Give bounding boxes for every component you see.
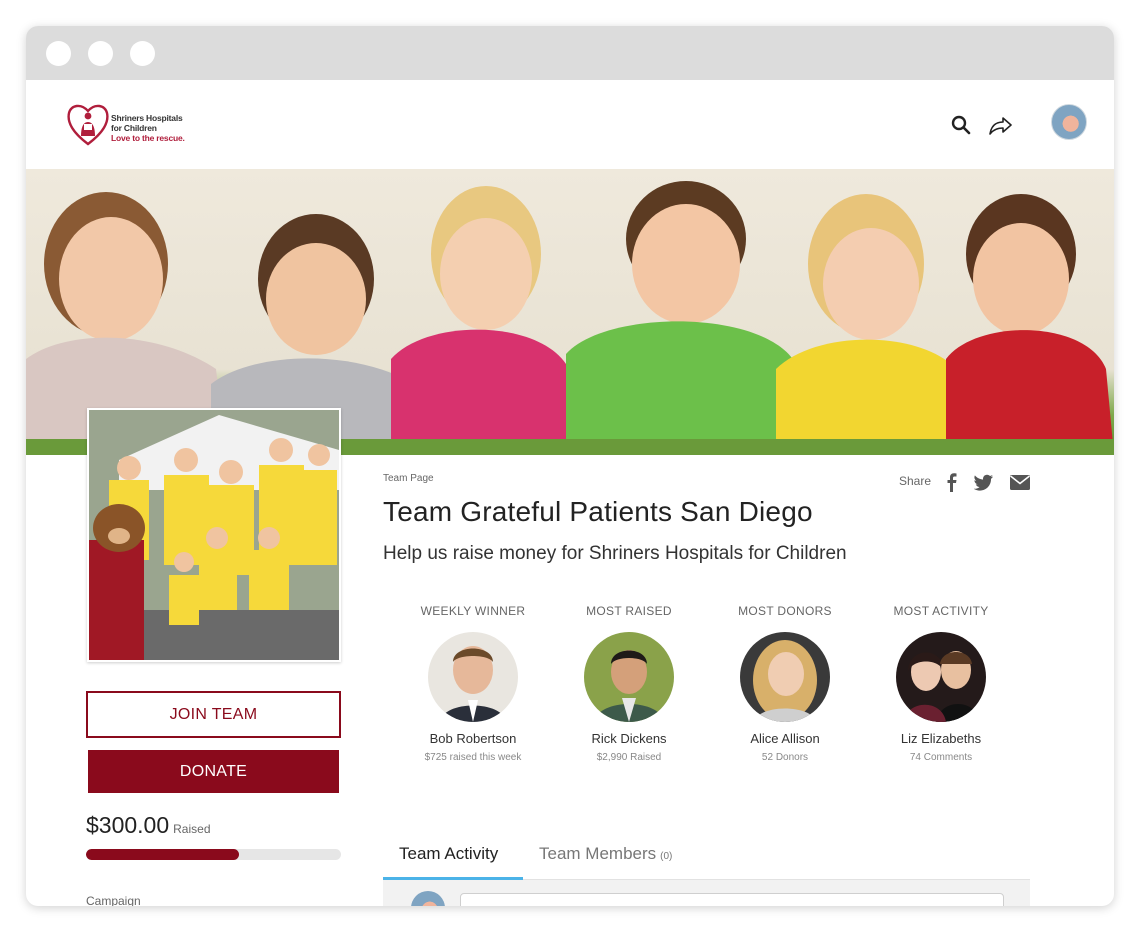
leader-category: MOST ACTIVITY xyxy=(893,604,989,618)
leader-name[interactable]: Liz Elizabeths xyxy=(866,731,1016,746)
leader-card[interactable]: MOST ACTIVITY Liz Elizabeths 74 Comments xyxy=(866,604,1016,763)
team-photo xyxy=(87,408,341,662)
raised-amount: $300.00 xyxy=(86,812,170,838)
leader-avatar[interactable] xyxy=(428,632,518,722)
org-tagline: Love to the rescue. xyxy=(111,133,185,143)
org-logo[interactable]: Shriners Hospitals for Children Love to … xyxy=(66,100,196,148)
leader-name[interactable]: Alice Allison xyxy=(710,731,860,746)
donate-button[interactable]: DONATE xyxy=(88,750,339,793)
leader-avatar[interactable] xyxy=(584,632,674,722)
fundraising-progress-fill xyxy=(86,849,239,860)
join-team-button[interactable]: JOIN TEAM xyxy=(86,691,341,738)
top-navigation: Shriners Hospitals for Children Love to … xyxy=(26,80,1114,169)
tab-team-members-label: Team Members xyxy=(539,844,657,863)
leader-card[interactable]: WEEKLY WINNER Bob Robertson $725 raised … xyxy=(398,604,548,763)
leader-card[interactable]: MOST DONORS Alice Allison 52 Donors xyxy=(710,604,860,763)
content-tabs: Team Activity Team Members (0) xyxy=(383,834,1030,880)
campaign-label: Campaign xyxy=(86,894,141,906)
leader-portrait-image xyxy=(740,632,830,722)
page-title: Team Grateful Patients San Diego xyxy=(383,496,813,527)
leader-portrait-image xyxy=(584,632,674,722)
leader-stat: 52 Donors xyxy=(761,752,809,763)
leader-stat: $2,990 Raised xyxy=(596,752,662,763)
leader-stat: 74 Comments xyxy=(909,752,973,763)
tab-team-members[interactable]: Team Members (0) xyxy=(539,844,672,864)
breadcrumb[interactable]: Team Page xyxy=(383,473,434,484)
tab-team-activity[interactable]: Team Activity xyxy=(399,844,498,864)
window-control-dot[interactable] xyxy=(46,41,71,66)
leader-avatar[interactable] xyxy=(740,632,830,722)
raised-label: Raised xyxy=(173,822,211,836)
raised-summary: $300.00 Raised xyxy=(86,812,211,839)
leader-name[interactable]: Bob Robertson xyxy=(398,731,548,746)
org-logo-text: Shriners Hospitals for Children Love to … xyxy=(111,113,185,143)
facebook-icon[interactable] xyxy=(944,472,958,492)
share-arrow-icon[interactable] xyxy=(988,114,1014,136)
org-name-line2: for Children xyxy=(111,123,157,133)
search-icon[interactable] xyxy=(950,114,972,136)
leader-category: MOST RAISED xyxy=(586,604,672,618)
share-label: Share xyxy=(899,474,932,488)
leader-category: WEEKLY WINNER xyxy=(420,604,526,618)
tab-team-members-count: (0) xyxy=(660,851,673,862)
leader-avatar[interactable] xyxy=(896,632,986,722)
leader-portrait-image xyxy=(896,632,986,722)
leader-category: MOST DONORS xyxy=(738,604,832,618)
org-name-line1: Shriners Hospitals xyxy=(111,113,183,123)
fundraising-progress-bar xyxy=(86,849,341,860)
leader-stat: $725 raised this week xyxy=(424,752,522,763)
page-subtitle: Help us raise money for Shriners Hospita… xyxy=(383,543,847,564)
browser-window: Shriners Hospitals for Children Love to … xyxy=(26,26,1114,906)
window-titlebar xyxy=(26,26,1114,80)
email-icon[interactable] xyxy=(1009,472,1031,492)
heart-logo-icon xyxy=(67,104,109,146)
user-avatar[interactable] xyxy=(1051,104,1087,140)
leader-card[interactable]: MOST RAISED Rick Dickens $2,990 Raised xyxy=(554,604,704,763)
leader-portrait-image xyxy=(428,632,518,722)
window-control-dot[interactable] xyxy=(130,41,155,66)
activity-comment-input[interactable] xyxy=(460,893,1004,906)
twitter-icon[interactable] xyxy=(974,472,994,492)
window-control-dot[interactable] xyxy=(88,41,113,66)
leader-name[interactable]: Rick Dickens xyxy=(554,731,704,746)
team-group-illustration xyxy=(89,410,339,660)
